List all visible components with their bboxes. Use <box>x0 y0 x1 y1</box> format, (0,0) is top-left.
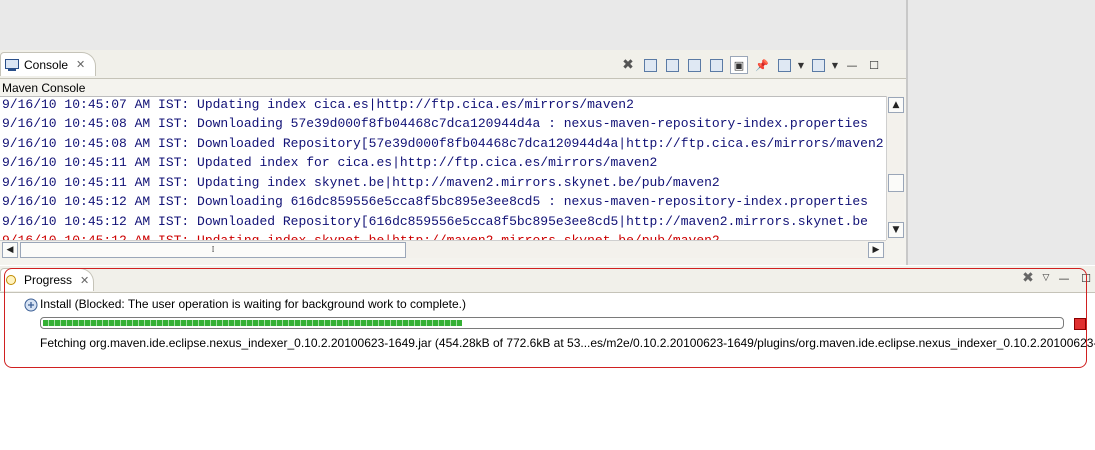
console-view: Console ✕ ✖ ▣ 📌 ▼ ▼ — ☐ Maven Console 9/… <box>0 50 906 265</box>
horizontal-scrollbar[interactable]: ◀ ⁞ ▶ <box>0 240 886 258</box>
minimize-icon[interactable]: — <box>844 57 860 73</box>
show-console-icon[interactable]: ▣ <box>730 56 748 74</box>
terminate-icon[interactable]: ✖ <box>620 57 636 73</box>
clear-console-icon[interactable] <box>642 57 658 73</box>
console-tab-label: Console <box>24 57 69 72</box>
editor-area <box>0 0 906 53</box>
console-subtitle: Maven Console <box>2 81 86 95</box>
tab-console[interactable]: Console ✕ <box>0 52 96 76</box>
scroll-left-icon[interactable]: ◀ <box>2 242 18 258</box>
console-line: 9/16/10 10:45:12 AM IST: Downloading 616… <box>2 194 868 209</box>
pin-console-icon[interactable]: 📌 <box>754 57 770 73</box>
chevron-down-icon[interactable]: ▼ <box>832 57 838 73</box>
console-line: 9/16/10 10:45:11 AM IST: Updated index f… <box>2 155 658 170</box>
console-line: 9/16/10 10:45:08 AM IST: Downloaded Repo… <box>2 136 884 151</box>
console-line: 9/16/10 10:45:07 AM IST: Updating index … <box>2 97 634 112</box>
display-console-icon[interactable] <box>776 57 792 73</box>
word-wrap-icon[interactable] <box>708 57 724 73</box>
remove-launch-icon[interactable] <box>664 57 680 73</box>
vertical-scrollbar[interactable]: ▲ ▼ <box>886 96 904 240</box>
scroll-up-icon[interactable]: ▲ <box>888 97 904 113</box>
stop-icon[interactable] <box>1074 318 1086 330</box>
console-line: 9/16/10 10:45:12 AM IST: Downloaded Repo… <box>2 214 868 229</box>
scroll-down-icon[interactable]: ▼ <box>888 222 904 238</box>
blocked-icon <box>24 298 38 312</box>
scroll-right-icon[interactable]: ▶ <box>868 242 884 258</box>
console-tab-bar: Console ✕ ✖ ▣ 📌 ▼ ▼ — ☐ <box>0 50 906 79</box>
console-line: 9/16/10 10:45:11 AM IST: Updating index … <box>2 175 720 190</box>
scroll-lock-icon[interactable] <box>686 57 702 73</box>
progress-bar-fill <box>43 320 463 326</box>
operation-title: Install (Blocked: The user operation is … <box>40 297 466 311</box>
open-console-icon[interactable] <box>810 57 826 73</box>
console-line: 9/16/10 10:45:08 AM IST: Downloading 57e… <box>2 116 868 131</box>
operation-detail: Fetching org.maven.ide.eclipse.nexus_ind… <box>40 336 1095 350</box>
console-icon <box>5 58 19 71</box>
console-output[interactable]: 9/16/10 10:45:07 AM IST: Updating index … <box>0 96 886 241</box>
console-toolbar: ✖ ▣ 📌 ▼ ▼ — ☐ <box>620 56 882 74</box>
side-panel <box>906 0 1095 265</box>
progress-bar <box>40 317 1064 329</box>
maximize-icon[interactable]: ☐ <box>866 57 882 73</box>
scroll-thumb[interactable] <box>888 174 904 192</box>
scroll-thumb[interactable]: ⁞ <box>20 242 406 258</box>
close-icon[interactable]: ✕ <box>76 58 85 71</box>
chevron-down-icon[interactable]: ▼ <box>798 57 804 73</box>
